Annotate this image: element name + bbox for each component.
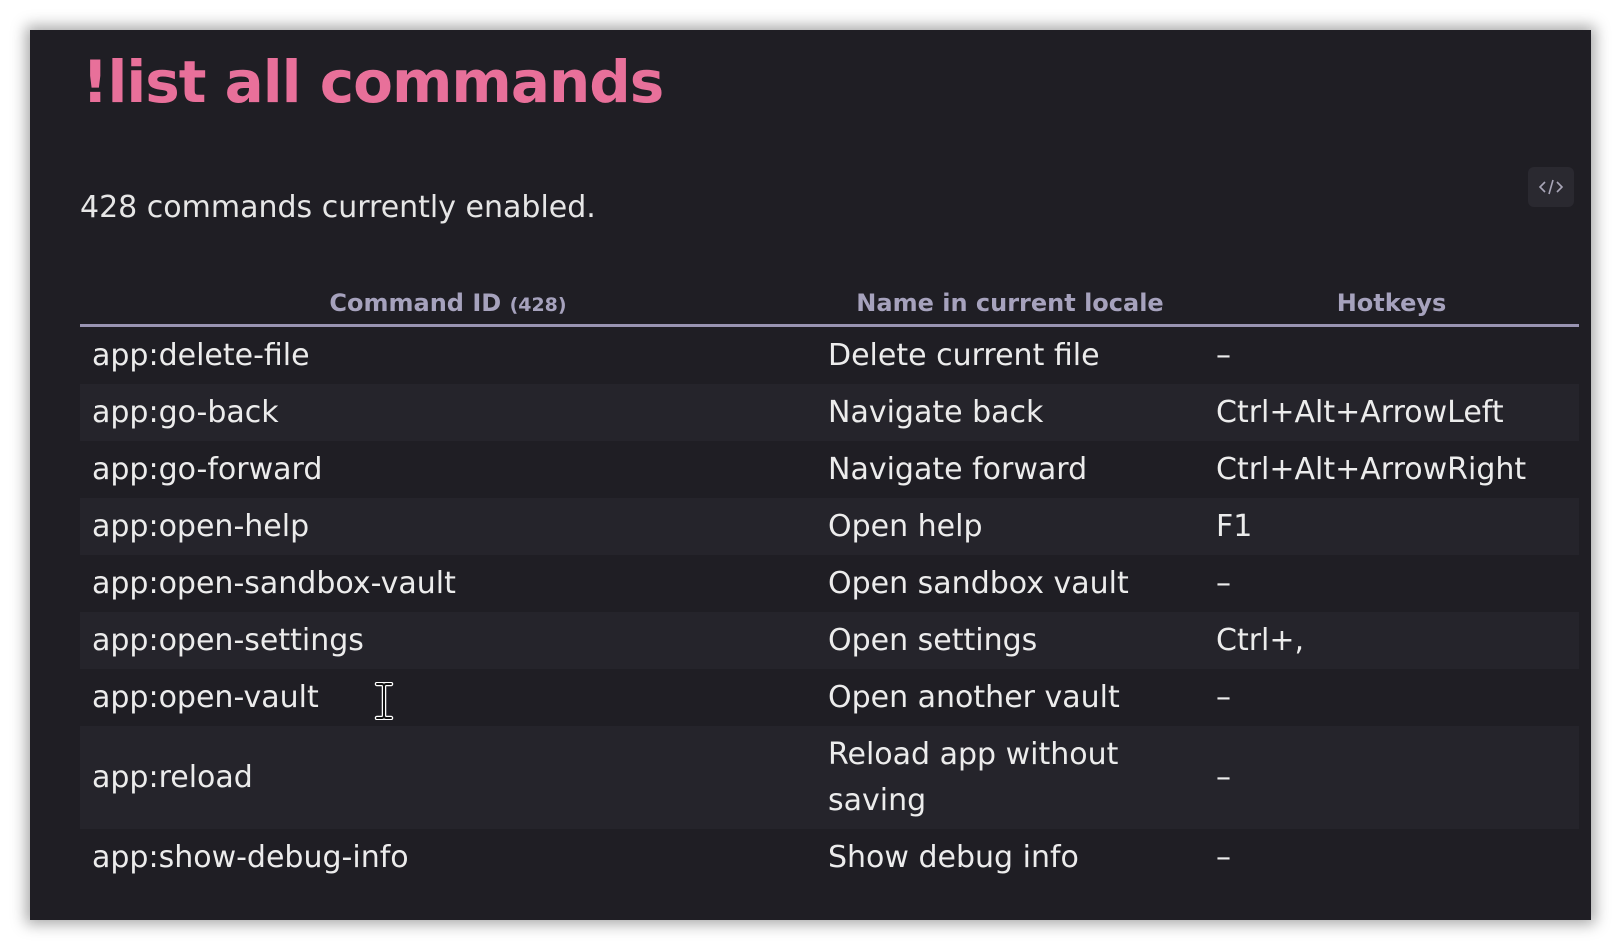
table-row: app:open-settings Open settings Ctrl+, — [80, 612, 1579, 669]
hotkey-cell: F1 — [1216, 508, 1253, 544]
column-header-label: Command ID — [329, 289, 502, 317]
command-id-cell: app:show-debug-info — [92, 839, 409, 875]
hotkey-cell: Ctrl+, — [1216, 622, 1305, 658]
command-name-cell: Open settings — [828, 622, 1038, 658]
command-name-cell: Show debug info — [828, 839, 1079, 875]
table-row: app:show-debug-info Show debug info – — [80, 829, 1579, 886]
command-name-cell: Open another vault — [828, 679, 1120, 715]
command-id-cell: app:open-vault — [92, 679, 319, 715]
command-name-cell: Delete current file — [828, 337, 1100, 373]
hotkey-cell: – — [1216, 337, 1231, 373]
table-row: app:open-help Open help F1 — [80, 498, 1579, 555]
command-count: (428) — [509, 294, 567, 316]
page-title: !list all commands — [82, 48, 664, 116]
command-id-cell: app:go-forward — [92, 451, 323, 487]
hotkey-cell: – — [1216, 565, 1231, 601]
table-row: app:open-vault Open another vault – — [80, 669, 1579, 726]
note-view: !list all commands 428 commands currentl… — [30, 30, 1591, 920]
hotkey-cell: – — [1216, 679, 1231, 715]
command-id-cell: app:open-sandbox-vault — [92, 565, 456, 601]
column-header-name[interactable]: Name in current locale — [816, 282, 1204, 327]
table-row: app:open-sandbox-vault Open sandbox vaul… — [80, 555, 1579, 612]
table-row: app:go-forward Navigate forward Ctrl+Alt… — [80, 441, 1579, 498]
table-header-row: Command ID (428) Name in current locale … — [80, 282, 1579, 327]
commands-table: Command ID (428) Name in current locale … — [80, 282, 1579, 886]
command-id-cell: app:open-help — [92, 508, 310, 544]
table-row: app:reload Reload app without saving – — [80, 726, 1579, 829]
table-row: app:delete-file Delete current file – — [80, 325, 1579, 384]
command-name-cell: Navigate forward — [828, 451, 1088, 487]
command-name-cell: Open help — [828, 508, 983, 544]
hotkey-cell: – — [1216, 759, 1231, 795]
command-id-cell: app:open-settings — [92, 622, 364, 658]
hotkey-cell: Ctrl+Alt+ArrowRight — [1216, 451, 1527, 487]
column-header-command-id[interactable]: Command ID (428) — [80, 282, 816, 327]
command-name-cell: Reload app without saving — [828, 736, 1119, 818]
command-id-cell: app:go-back — [92, 394, 279, 430]
hotkey-cell: Ctrl+Alt+ArrowLeft — [1216, 394, 1504, 430]
code-view-button[interactable] — [1528, 167, 1574, 207]
table-row: app:go-back Navigate back Ctrl+Alt+Arrow… — [80, 384, 1579, 441]
text-cursor-icon — [374, 682, 394, 720]
hotkey-cell: – — [1216, 839, 1231, 875]
command-id-cell: app:delete-file — [92, 337, 310, 373]
command-id-cell: app:reload — [92, 759, 253, 795]
column-header-hotkeys[interactable]: Hotkeys — [1204, 282, 1579, 327]
commands-summary: 428 commands currently enabled. — [80, 190, 596, 225]
code-icon — [1538, 179, 1564, 195]
command-name-cell: Open sandbox vault — [828, 565, 1129, 601]
command-name-cell: Navigate back — [828, 394, 1044, 430]
